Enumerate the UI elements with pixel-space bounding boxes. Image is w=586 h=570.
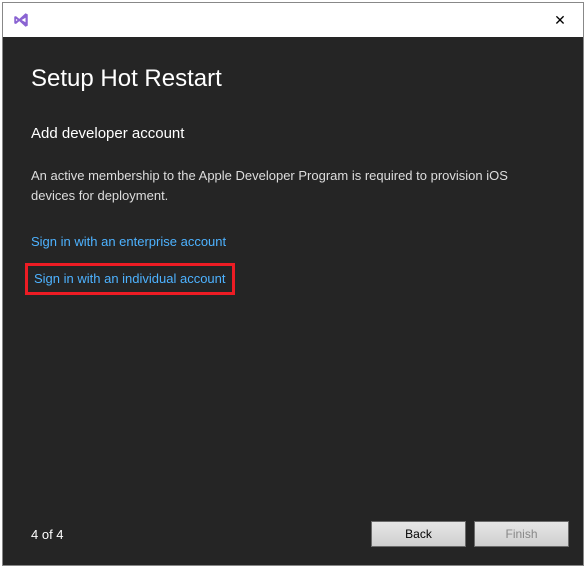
content-area: Setup Hot Restart Add developer account …	[3, 37, 583, 565]
enterprise-link-row: Sign in with an enterprise account	[31, 233, 555, 251]
button-group: Back Finish	[371, 521, 569, 547]
individual-link-row: Sign in with an individual account	[31, 265, 555, 295]
dialog-window: ✕ Setup Hot Restart Add developer accoun…	[2, 2, 584, 566]
page-indicator: 4 of 4	[31, 527, 64, 542]
visual-studio-icon	[11, 10, 31, 30]
highlight-annotation: Sign in with an individual account	[25, 263, 235, 295]
sign-in-enterprise-link[interactable]: Sign in with an enterprise account	[31, 234, 226, 249]
page-subtitle: Add developer account	[31, 125, 555, 142]
close-icon: ✕	[554, 12, 566, 29]
footer: 4 of 4 Back Finish	[31, 521, 569, 547]
description-text: An active membership to the Apple Develo…	[31, 166, 511, 205]
sign-in-individual-link[interactable]: Sign in with an individual account	[34, 271, 226, 286]
page-title: Setup Hot Restart	[31, 65, 555, 93]
back-button[interactable]: Back	[371, 521, 466, 547]
titlebar: ✕	[3, 3, 583, 37]
close-button[interactable]: ✕	[537, 3, 583, 37]
finish-button[interactable]: Finish	[474, 521, 569, 547]
